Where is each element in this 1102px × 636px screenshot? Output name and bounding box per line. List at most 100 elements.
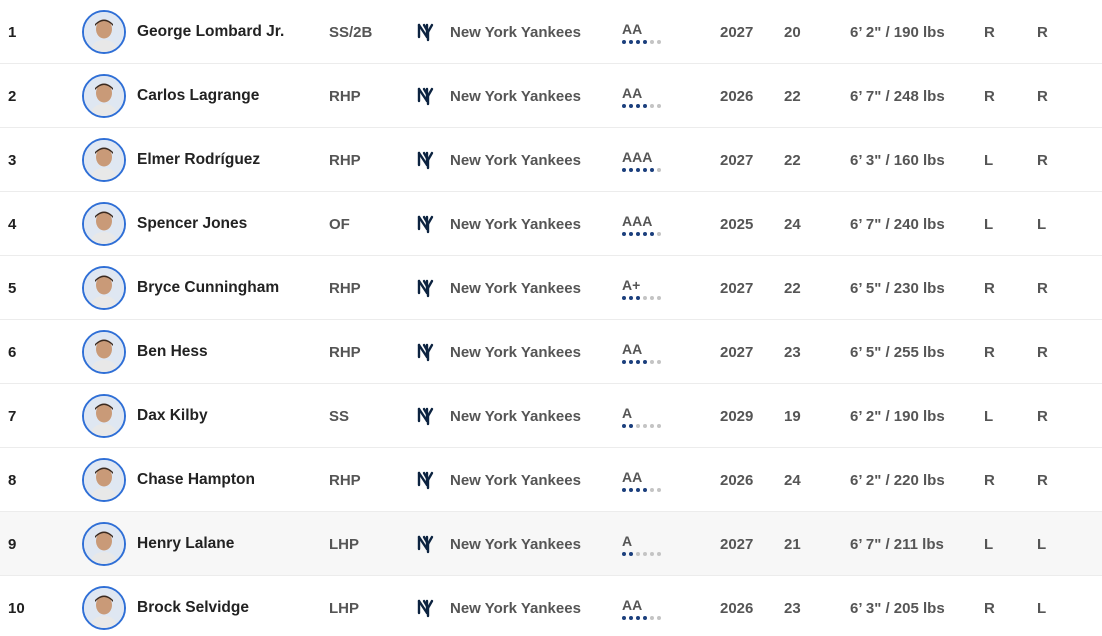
level-dot-empty bbox=[636, 423, 640, 428]
avatar-cell bbox=[82, 512, 126, 576]
player-headshot-icon[interactable] bbox=[82, 266, 126, 310]
player-name[interactable]: Dax Kilby bbox=[137, 384, 208, 448]
level-progress-dots bbox=[622, 359, 661, 364]
team-name[interactable]: New York Yankees bbox=[450, 512, 581, 576]
eta: 2025 bbox=[720, 215, 754, 233]
age: 23 bbox=[784, 343, 801, 361]
height-weight: 6’ 2" / 220 lbs bbox=[850, 471, 945, 489]
prospect-row[interactable]: 10 Brock Selvidge LHP New York Yankees A… bbox=[0, 576, 1102, 636]
age: 22 bbox=[784, 279, 801, 297]
player-name[interactable]: Elmer Rodríguez bbox=[137, 128, 260, 192]
level-dot-filled bbox=[643, 487, 647, 492]
player-name[interactable]: Chase Hampton bbox=[137, 448, 255, 512]
team-name[interactable]: New York Yankees bbox=[450, 256, 581, 320]
level-dot-empty bbox=[643, 295, 647, 300]
bats: R bbox=[984, 279, 995, 297]
player-headshot-icon[interactable] bbox=[82, 586, 126, 630]
player-headshot-icon[interactable] bbox=[82, 202, 126, 246]
level-dot-filled bbox=[629, 103, 633, 108]
prospect-row[interactable]: 4 Spencer Jones OF New York Yankees AAA … bbox=[0, 192, 1102, 256]
team-name[interactable]: New York Yankees bbox=[450, 576, 581, 636]
prospect-row[interactable]: 8 Chase Hampton RHP New York Yankees AA … bbox=[0, 448, 1102, 512]
rank: 5 bbox=[8, 279, 17, 297]
level-dot-filled bbox=[650, 167, 654, 172]
team-name[interactable]: New York Yankees bbox=[450, 320, 581, 384]
level-dot-empty bbox=[650, 551, 654, 556]
new-york-yankees-logo-icon bbox=[414, 64, 436, 128]
player-headshot-icon[interactable] bbox=[82, 74, 126, 118]
level-dot-filled bbox=[643, 359, 647, 364]
level-dot-filled bbox=[629, 39, 633, 44]
team-name[interactable]: New York Yankees bbox=[450, 128, 581, 192]
player-headshot-icon[interactable] bbox=[82, 10, 126, 54]
player-name[interactable]: Henry Lalane bbox=[137, 512, 234, 576]
eta: 2026 bbox=[720, 471, 754, 489]
level-dot-empty bbox=[657, 39, 661, 44]
level-dot-empty bbox=[650, 487, 654, 492]
avatar-cell bbox=[82, 448, 126, 512]
level-dot-filled bbox=[622, 103, 626, 108]
level-dot-empty bbox=[657, 423, 661, 428]
level-progress-dots bbox=[622, 167, 661, 172]
prospect-row[interactable]: 6 Ben Hess RHP New York Yankees AA 2027 … bbox=[0, 320, 1102, 384]
bats: R bbox=[984, 23, 995, 41]
level-dot-filled bbox=[643, 231, 647, 236]
player-headshot-icon[interactable] bbox=[82, 458, 126, 502]
level-dot-filled bbox=[629, 487, 633, 492]
team-name[interactable]: New York Yankees bbox=[450, 384, 581, 448]
prospect-row[interactable]: 7 Dax Kilby SS New York Yankees A 2029 1… bbox=[0, 384, 1102, 448]
player-name[interactable]: Carlos Lagrange bbox=[137, 64, 259, 128]
level-indicator: A bbox=[622, 384, 661, 448]
eta: 2026 bbox=[720, 599, 754, 617]
player-name[interactable]: Ben Hess bbox=[137, 320, 208, 384]
player-name[interactable]: Spencer Jones bbox=[137, 192, 247, 256]
player-name[interactable]: Bryce Cunningham bbox=[137, 256, 279, 320]
level-label: AAA bbox=[622, 148, 653, 165]
prospect-row[interactable]: 9 Henry Lalane LHP New York Yankees A 20… bbox=[0, 512, 1102, 576]
height-weight: 6’ 2" / 190 lbs bbox=[850, 23, 945, 41]
player-headshot-icon[interactable] bbox=[82, 394, 126, 438]
team-name[interactable]: New York Yankees bbox=[450, 448, 581, 512]
position: LHP bbox=[329, 535, 359, 553]
bats: R bbox=[984, 471, 995, 489]
level-label: AA bbox=[622, 20, 643, 37]
level-dot-filled bbox=[622, 295, 626, 300]
position: RHP bbox=[329, 151, 361, 169]
rank: 4 bbox=[8, 215, 17, 233]
throws: R bbox=[1037, 279, 1048, 297]
player-headshot-icon[interactable] bbox=[82, 138, 126, 182]
team-name[interactable]: New York Yankees bbox=[450, 0, 581, 64]
level-progress-dots bbox=[622, 487, 661, 492]
level-dot-filled bbox=[622, 423, 626, 428]
rank: 9 bbox=[8, 535, 17, 553]
avatar-cell bbox=[82, 192, 126, 256]
player-name[interactable]: George Lombard Jr. bbox=[137, 0, 284, 64]
bats: R bbox=[984, 87, 995, 105]
prospect-row[interactable]: 5 Bryce Cunningham RHP New York Yankees … bbox=[0, 256, 1102, 320]
prospect-row[interactable]: 3 Elmer Rodríguez RHP New York Yankees A… bbox=[0, 128, 1102, 192]
prospect-row[interactable]: 2 Carlos Lagrange RHP New York Yankees A… bbox=[0, 64, 1102, 128]
throws: R bbox=[1037, 343, 1048, 361]
team-name[interactable]: New York Yankees bbox=[450, 192, 581, 256]
level-dot-filled bbox=[636, 39, 640, 44]
level-dot-empty bbox=[657, 103, 661, 108]
rank: 1 bbox=[8, 23, 17, 41]
throws: L bbox=[1037, 215, 1047, 233]
age: 22 bbox=[784, 87, 801, 105]
prospect-row[interactable]: 1 George Lombard Jr. SS/2B New York Yank… bbox=[0, 0, 1102, 64]
throws: L bbox=[1037, 535, 1047, 553]
player-name[interactable]: Brock Selvidge bbox=[137, 576, 249, 636]
level-dot-filled bbox=[636, 359, 640, 364]
level-dot-empty bbox=[650, 295, 654, 300]
level-dot-filled bbox=[622, 551, 626, 556]
height-weight: 6’ 3" / 205 lbs bbox=[850, 599, 945, 617]
team-name[interactable]: New York Yankees bbox=[450, 64, 581, 128]
rank: 6 bbox=[8, 343, 17, 361]
player-headshot-icon[interactable] bbox=[82, 522, 126, 566]
player-headshot-icon[interactable] bbox=[82, 330, 126, 374]
level-indicator: AA bbox=[622, 0, 661, 64]
level-progress-dots bbox=[622, 423, 661, 428]
rank: 3 bbox=[8, 151, 17, 169]
level-dot-empty bbox=[650, 359, 654, 364]
bats: L bbox=[984, 151, 994, 169]
